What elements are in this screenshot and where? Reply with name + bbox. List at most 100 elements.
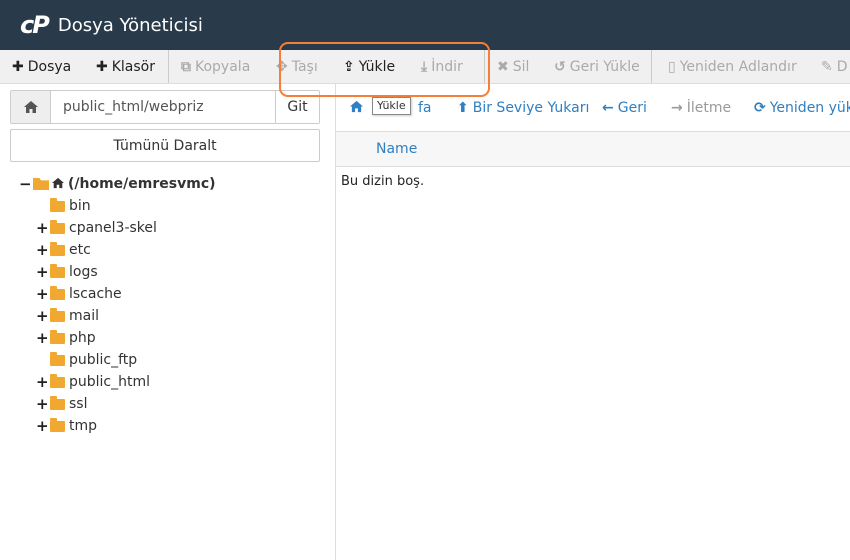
- delete-button[interactable]: ✖ Sil: [497, 50, 530, 83]
- folder-open-icon: [33, 178, 49, 190]
- tree-item[interactable]: + php: [36, 327, 96, 349]
- reload-button[interactable]: ⟳ Yeniden yük: [754, 97, 850, 119]
- pencil-icon: ✎: [821, 59, 833, 75]
- tree-item[interactable]: bin: [36, 195, 91, 217]
- undo-icon: ↺: [554, 59, 566, 75]
- move-icon: ✥: [276, 59, 288, 75]
- upload-icon: ⇪: [343, 59, 355, 75]
- tree-item-label: public_ftp: [69, 352, 138, 368]
- folder-icon: [50, 285, 65, 300]
- cpanel-logo[interactable]: cP: [20, 11, 50, 39]
- back-button[interactable]: ← Geri: [602, 97, 647, 119]
- tree-item[interactable]: + etc: [36, 239, 91, 261]
- new-file-button[interactable]: ✚ Dosya: [12, 50, 72, 83]
- download-icon: ⤓: [421, 59, 428, 75]
- expand-toggle-icon[interactable]: +: [36, 285, 49, 303]
- back-label: Geri: [617, 100, 647, 116]
- edit-button[interactable]: ✎ D: [821, 50, 848, 83]
- home-nav-label: fa: [418, 100, 432, 116]
- toolbar-divider: [651, 50, 652, 83]
- forward-button[interactable]: → İletme: [671, 97, 731, 119]
- tree-item[interactable]: + logs: [36, 261, 98, 283]
- folder-icon: [50, 307, 65, 322]
- tree-item-label: ssl: [69, 396, 88, 412]
- folder-icon: [50, 329, 65, 344]
- download-label: İndir: [431, 59, 463, 75]
- upload-button[interactable]: ⇪ Yükle: [343, 50, 396, 83]
- expand-toggle-icon[interactable]: +: [36, 395, 49, 413]
- folder-icon: [50, 373, 65, 388]
- folder-icon: [50, 241, 65, 256]
- home-icon: [51, 176, 65, 192]
- forward-label: İletme: [686, 100, 732, 116]
- copy-button[interactable]: ⧉ Kopyala: [181, 50, 251, 83]
- empty-directory-message: Bu dizin boş.: [341, 174, 425, 189]
- file-table-header: Name: [336, 131, 850, 167]
- expand-toggle-icon[interactable]: +: [36, 307, 49, 325]
- tree-item-label: tmp: [69, 418, 98, 434]
- toolbar-divider: [168, 50, 169, 83]
- plus-icon: ✚: [96, 59, 108, 75]
- restore-button[interactable]: ↺ Geri Yükle: [554, 50, 640, 83]
- up-one-level-label: Bir Seviye Yukarı: [472, 100, 590, 116]
- folder-icon: [50, 263, 65, 278]
- upload-tooltip: Yükle: [372, 97, 411, 115]
- toolbar: ✚ Dosya ✚ Klasör ⧉ Kopyala ✥ Taşı ⇪ Yükl…: [0, 50, 850, 84]
- new-folder-button[interactable]: ✚ Klasör: [96, 50, 155, 83]
- tree-item-label: bin: [69, 198, 91, 214]
- tree-item-label: mail: [69, 308, 99, 324]
- expand-toggle-icon[interactable]: +: [36, 219, 49, 237]
- collapse-all-button[interactable]: Tümünü Daralt: [10, 129, 320, 162]
- copy-icon: ⧉: [181, 59, 191, 75]
- close-icon: ✖: [497, 59, 509, 75]
- home-icon: [349, 100, 364, 116]
- edit-label: D: [836, 59, 848, 75]
- tree-item[interactable]: + public_html: [36, 371, 150, 393]
- expand-toggle-icon[interactable]: +: [36, 263, 49, 281]
- home-icon[interactable]: [11, 91, 51, 123]
- download-button[interactable]: ⤓ İndir: [421, 50, 463, 83]
- expand-toggle-icon[interactable]: +: [36, 373, 49, 391]
- arrow-left-icon: ←: [602, 100, 614, 116]
- tree-item[interactable]: + lscache: [36, 283, 122, 305]
- move-button[interactable]: ✥ Taşı: [276, 50, 318, 83]
- tree-item[interactable]: + tmp: [36, 415, 97, 437]
- tree-item-label: public_html: [69, 374, 151, 390]
- tree-item-label: cpanel3-skel: [69, 220, 157, 236]
- folder-icon: [50, 197, 65, 212]
- tree-item[interactable]: + mail: [36, 305, 99, 327]
- upload-label: Yükle: [358, 59, 396, 75]
- copy-label: Kopyala: [195, 59, 251, 75]
- app-header: cP Dosya Yöneticisi: [0, 0, 850, 50]
- rename-label: Yeniden Adlandır: [679, 59, 797, 75]
- path-input-group: Git: [10, 90, 320, 124]
- restore-label: Geri Yükle: [569, 59, 640, 75]
- tree-root[interactable]: − (/home/emresvmc): [19, 173, 216, 195]
- expand-toggle-icon[interactable]: +: [36, 417, 49, 435]
- new-file-label: Dosya: [27, 59, 72, 75]
- tree-root-label: (/home/emresvmc): [68, 176, 216, 192]
- folder-icon: [50, 417, 65, 432]
- expand-toggle-icon[interactable]: +: [36, 241, 49, 259]
- collapse-toggle-icon[interactable]: −: [19, 175, 32, 193]
- file-icon: ▯: [668, 59, 676, 75]
- delete-label: Sil: [512, 59, 530, 75]
- expand-toggle-icon[interactable]: +: [36, 329, 49, 347]
- go-button[interactable]: Git: [275, 91, 319, 123]
- rename-button[interactable]: ▯ Yeniden Adlandır: [668, 50, 797, 83]
- tree-item-label: etc: [69, 242, 91, 258]
- up-one-level-button[interactable]: ⬆ Bir Seviye Yukarı: [457, 97, 589, 119]
- level-up-icon: ⬆: [457, 100, 469, 116]
- tree-item[interactable]: + ssl: [36, 393, 87, 415]
- plus-icon: ✚: [12, 59, 24, 75]
- tree-item[interactable]: public_ftp: [36, 349, 137, 371]
- path-input[interactable]: [51, 91, 275, 123]
- arrow-right-icon: →: [671, 100, 683, 116]
- app-title: Dosya Yöneticisi: [57, 14, 203, 36]
- tree-item[interactable]: + cpanel3-skel: [36, 217, 157, 239]
- column-header-name[interactable]: Name: [376, 141, 417, 157]
- new-folder-label: Klasör: [111, 59, 155, 75]
- toolbar-divider: [484, 50, 485, 83]
- folder-icon: [50, 395, 65, 410]
- tree-item-label: lscache: [69, 286, 122, 302]
